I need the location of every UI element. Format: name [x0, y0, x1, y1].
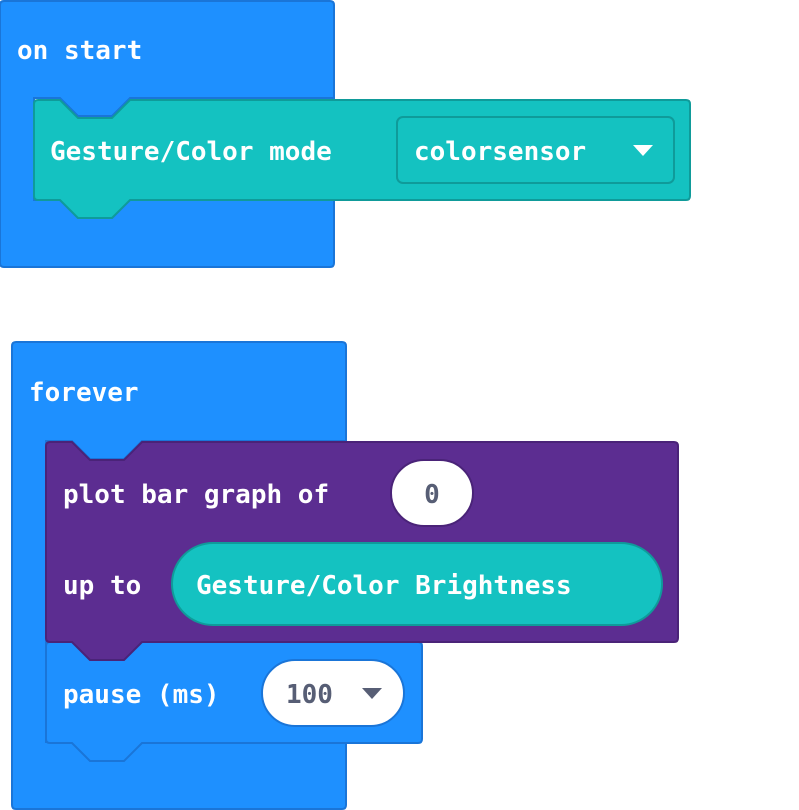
- plot-bar-graph-block[interactable]: plot bar graph of 0 up to Gesture/Color …: [45, 441, 679, 661]
- on-start-block[interactable]: on start Gesture/Color mode colorsensor: [0, 0, 691, 268]
- plot-bar-graph-label: plot bar graph of: [63, 480, 329, 510]
- gesture-color-brightness-reporter[interactable]: Gesture/Color Brightness: [171, 542, 663, 626]
- pause-label: pause (ms): [63, 680, 220, 710]
- gesture-color-mode-label: Gesture/Color mode: [50, 137, 332, 167]
- pause-duration-dropdown[interactable]: 100: [261, 659, 405, 727]
- forever-block[interactable]: forever pause (ms) 100 plot bar graph of…: [11, 341, 679, 810]
- on-start-label: on start: [17, 36, 142, 66]
- colorsensor-dropdown[interactable]: colorsensor: [396, 116, 675, 184]
- forever-label: forever: [29, 378, 139, 408]
- colorsensor-dropdown-value: colorsensor: [414, 137, 586, 167]
- gesture-color-brightness-label: Gesture/Color Brightness: [196, 571, 572, 601]
- block-workspace: on start Gesture/Color mode colorsensor …: [0, 0, 691, 810]
- gesture-color-mode-block[interactable]: Gesture/Color mode colorsensor: [33, 99, 691, 219]
- bar-graph-value: 0: [424, 480, 440, 510]
- pause-duration-pill[interactable]: [261, 659, 405, 727]
- bar-graph-value-input[interactable]: 0: [390, 459, 474, 527]
- pause-duration-value: 100: [286, 680, 333, 710]
- up-to-label: up to: [63, 571, 141, 601]
